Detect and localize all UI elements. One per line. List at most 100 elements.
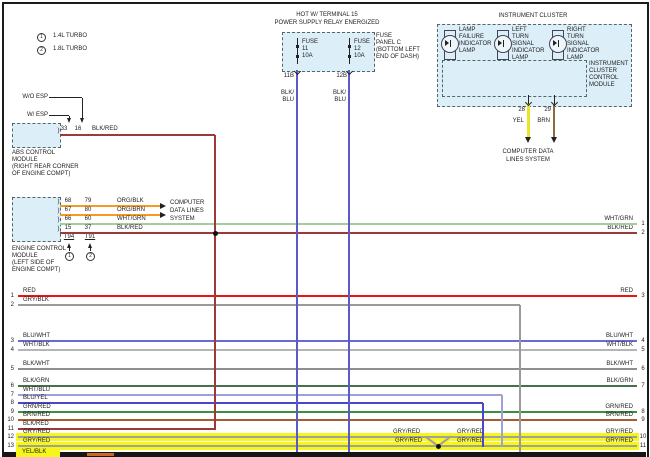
bus-wire-blu-yel: [18, 402, 483, 404]
bus-left-number: 6: [6, 383, 14, 390]
cluster-module-line: CLUSTER: [589, 68, 617, 75]
bus-wire-blu-wht: [18, 340, 637, 342]
fuse-element: [297, 38, 298, 64]
right-exit-blkred-num: 2: [639, 230, 647, 237]
pin-connector-icon: ): [58, 208, 60, 215]
ecm-target-line: SYSTEM: [170, 216, 195, 223]
fuse-terminal-dot: [296, 55, 299, 58]
led-triangle-icon: [553, 40, 557, 46]
data-lines-arrow-icon: [160, 203, 166, 209]
ecm-name-line: ENGINE CONTROL: [12, 246, 66, 253]
yelblk-wire-label: YEL/BLK: [22, 449, 46, 456]
t-connector-arrow-up-icon: [67, 243, 71, 248]
lamp-name-line: LAMP: [459, 48, 475, 55]
lamp-name-line: INDICATOR: [567, 48, 599, 55]
engine-control-module-box: [12, 197, 61, 242]
bus-left-label: BLU/WHT: [23, 333, 50, 340]
legend-symbol-2: 2: [37, 46, 46, 55]
fuse-11-wire-line: BLU: [280, 97, 294, 104]
bus-wire-gry-blk: [18, 304, 520, 306]
bus-right-number: 10: [639, 434, 647, 441]
bus-left-label: WHT/BLU: [23, 387, 50, 394]
bus-left-number: 10: [6, 417, 14, 424]
cluster-wire-yel-label: YEL: [510, 118, 524, 125]
wire-vertical: [214, 135, 216, 430]
bus-left-label: GRY/RED: [23, 429, 50, 436]
abs-pin-33: 33: [59, 126, 69, 133]
fuse-11-rating: 10A: [302, 53, 313, 60]
cutoff-wire-segment: [87, 453, 114, 457]
right-exit-whtgrn-label: WHT/GRN: [573, 216, 633, 223]
ecm-pin-b: 80: [82, 207, 94, 214]
cluster-pin-29: 29: [539, 107, 551, 114]
bus-left-number: 12: [6, 434, 14, 441]
bus-right-number: 5: [639, 347, 647, 354]
bus-right-label: BLU/WHT: [573, 333, 633, 340]
bus-left-label: BLK/RED: [23, 421, 49, 428]
ecm-pin-a: 15: [62, 225, 74, 232]
bus-wire-gry-red: [18, 445, 637, 447]
fuse-panel-name-line: END OF DASH): [376, 54, 419, 61]
wire-junction-dot: [213, 231, 218, 236]
cluster-control-module-box: [442, 60, 587, 97]
fuse-element: [349, 38, 350, 64]
bus-left-label: GRY/RED: [23, 438, 50, 445]
bus-left-number: 11: [6, 426, 14, 433]
abs-control-module-box: [12, 123, 61, 148]
bus-wire-red: [18, 295, 637, 297]
lamp-name-line: LEFT: [512, 27, 527, 34]
bus-left-number: 4: [6, 347, 14, 354]
ecm-pin-b: 37: [82, 225, 94, 232]
fuse-terminal-dot: [348, 45, 351, 48]
esp-leader-line: [49, 115, 69, 116]
bus-right-number: 4: [639, 338, 647, 345]
bus-mid-label: GRY/RED: [395, 438, 422, 445]
abs-name-line: ABS CONTROL: [12, 150, 55, 157]
fuse-panel-name-line: FUSE: [376, 33, 392, 40]
legend-label-1: 1.4L TURBO: [53, 33, 87, 40]
ecm-pin-b: 79: [82, 198, 94, 205]
fuse-12-wire-line: BLK/: [332, 90, 346, 97]
fuse-11-label: FUSE: [302, 39, 318, 46]
legend-symbol-1: 1: [37, 33, 46, 42]
data-lines-arrow-icon: [160, 212, 166, 218]
bus-right-label: GRY/RED: [573, 438, 633, 445]
ecm-connector-t91: T91: [83, 234, 97, 241]
bus-left-number: 13: [6, 443, 14, 450]
bus-right-number: 8: [639, 409, 647, 416]
bus-mid-label: GRY/RED: [457, 438, 484, 445]
wire-vertical: [553, 104, 556, 138]
ecm-wire-label: ORG/BRN: [117, 207, 145, 214]
ecm-pin-a: 66: [62, 216, 74, 223]
ecm-target-line: COMPUTER: [170, 200, 204, 207]
bus-wire-grn-red: [18, 411, 637, 413]
bus-left-number: 3: [6, 338, 14, 345]
bus-mid-label: GRY/RED: [457, 429, 484, 436]
lamp-name-line: INDICATOR: [459, 41, 491, 48]
bus-wire-wht-blu: [18, 394, 502, 396]
ecm-wire-label: ORG/BLK: [117, 198, 144, 205]
abs-name-line: (RIGHT REAR CORNER: [12, 164, 79, 171]
cluster-module-line: CONTROL: [589, 75, 618, 82]
legend-label-2: 1.8L TURBO: [53, 46, 87, 53]
pin-connector-icon: ): [58, 128, 60, 135]
bus-right-label: GRN/RED: [573, 404, 633, 411]
bus-wire-blk-grn: [18, 385, 637, 387]
wo-esp-label: W/O ESP: [8, 94, 48, 101]
bus-wire-blk-wht: [18, 368, 637, 370]
ecm-pin-a: 67: [62, 207, 74, 214]
fuse-11-number: 11: [302, 46, 308, 53]
ecm-note-symbol-1: 1: [65, 252, 74, 261]
ecm-connector-t94: T94: [62, 234, 76, 241]
led-triangle-icon: [445, 40, 449, 46]
lamp-name-line: SIGNAL: [567, 41, 589, 48]
right-exit-blkred-label: BLK/RED: [573, 225, 633, 232]
bus-right-label: GRY/RED: [573, 429, 633, 436]
led-triangle-icon: [498, 40, 502, 46]
bus-wire-gry-red: [18, 436, 637, 438]
fuse-12-pin: 12B: [333, 73, 347, 80]
lamp-name-line: TURN: [567, 34, 584, 41]
abs-wire-label: BLK/RED: [92, 126, 118, 133]
lamp-name-line: INDICATOR: [512, 48, 544, 55]
abs-pin-16: 16: [73, 126, 83, 133]
